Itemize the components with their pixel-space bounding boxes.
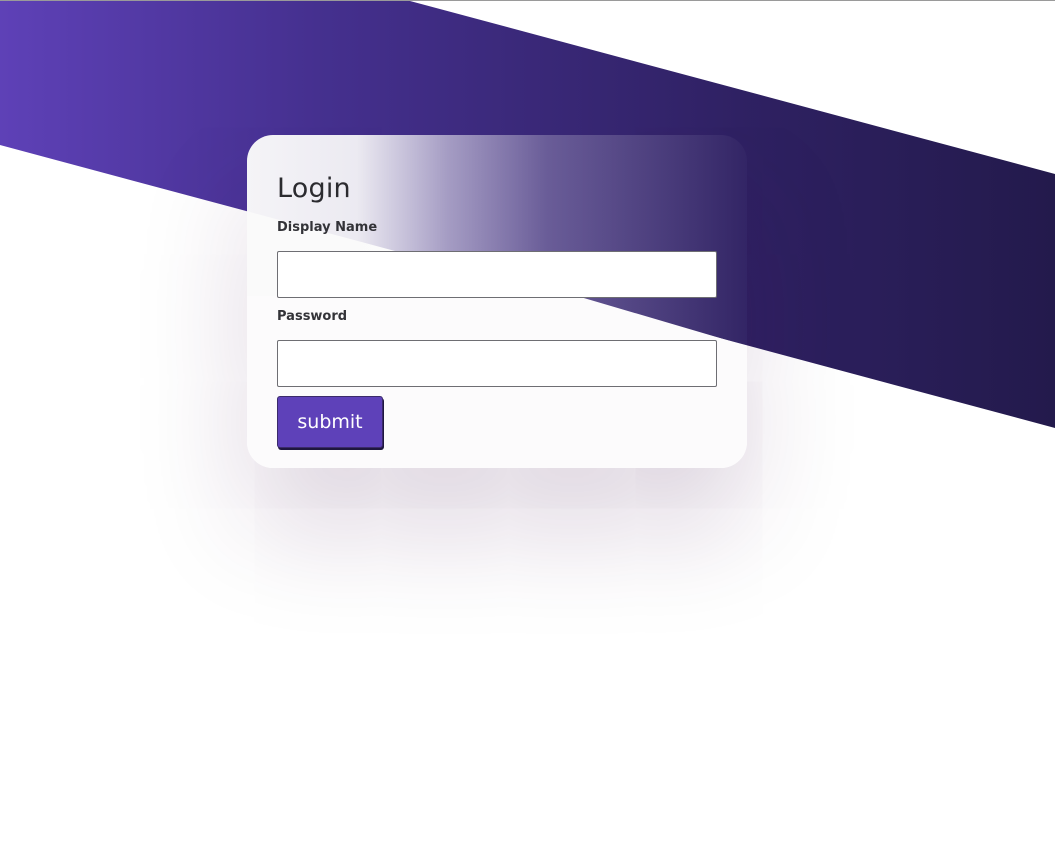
submit-button[interactable]: submit — [277, 396, 383, 448]
password-label: Password — [277, 309, 348, 324]
page-title: Login — [277, 173, 351, 204]
password-input[interactable] — [277, 340, 717, 387]
display-name-input[interactable] — [277, 251, 717, 298]
login-form: Login Display Name Password submit — [247, 135, 747, 468]
display-name-label: Display Name — [277, 220, 378, 235]
login-page: Login Display Name Password submit — [0, 0, 1055, 860]
top-divider — [0, 0, 1055, 1]
